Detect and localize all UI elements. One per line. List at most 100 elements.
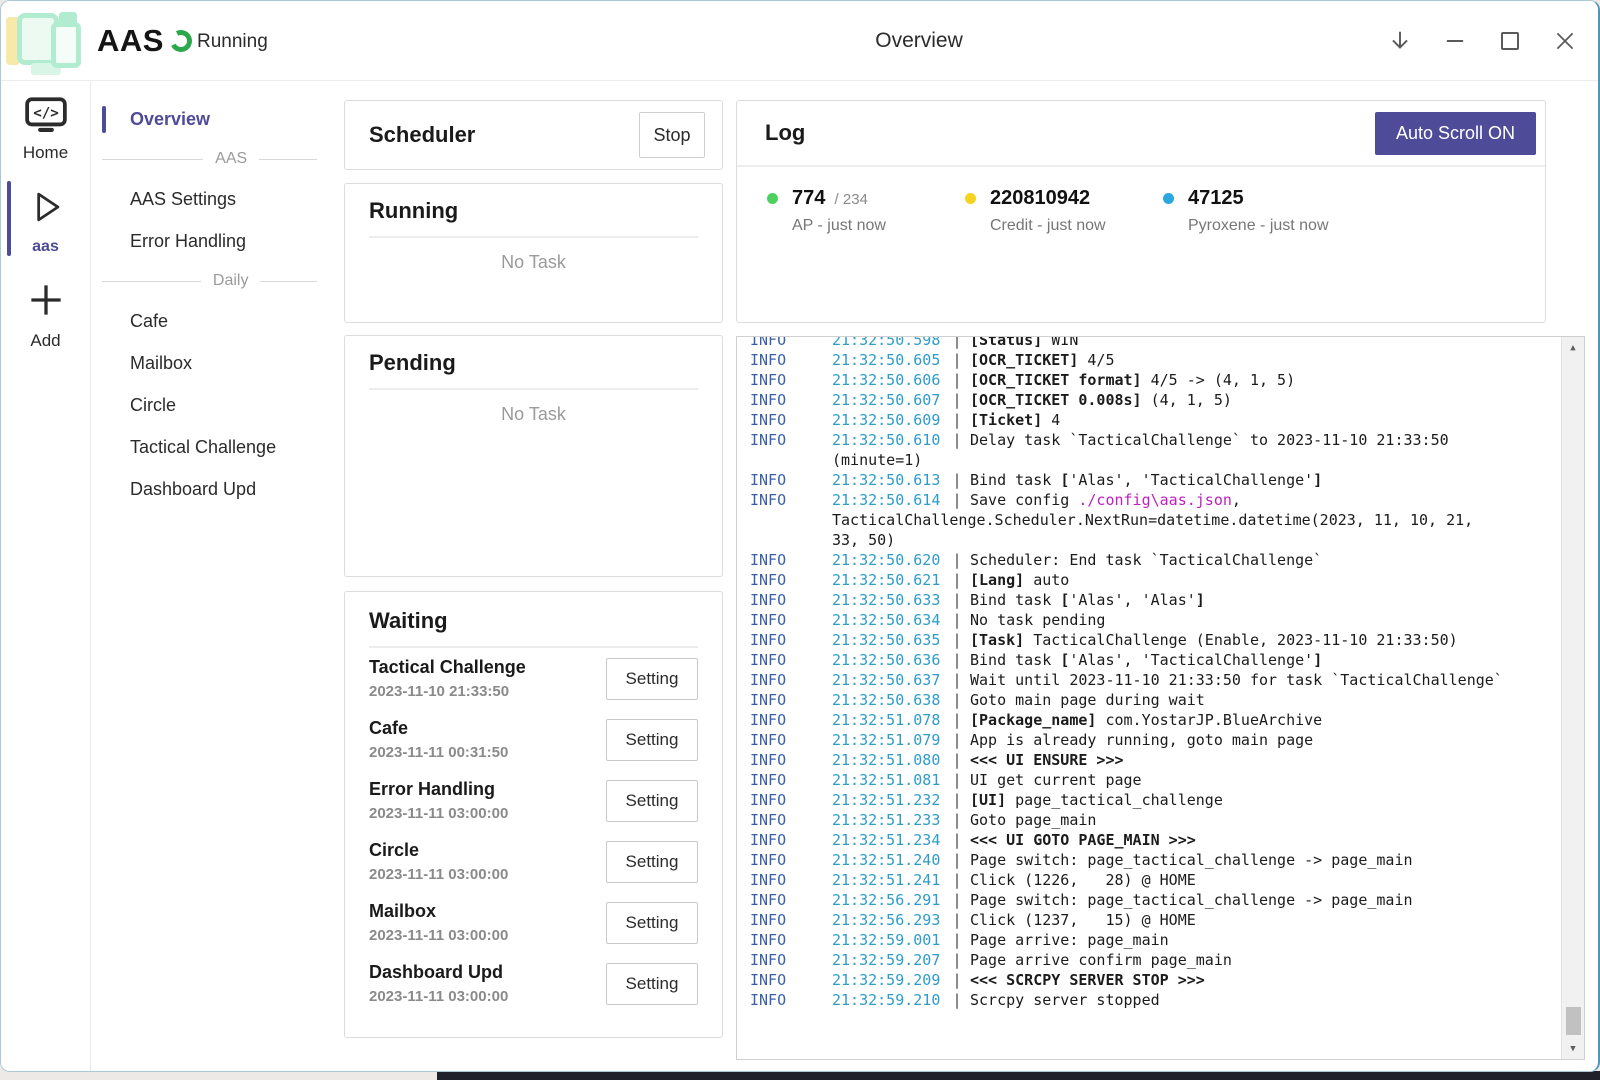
setting-button-circle[interactable]: Setting xyxy=(606,841,698,883)
auto-scroll-toggle[interactable]: Auto Scroll ON xyxy=(1375,112,1536,155)
log-entry: INFO21:32:50.634|No task pending xyxy=(750,610,1551,630)
sidebar-item-label: Mailbox xyxy=(130,353,192,373)
minimize-button[interactable] xyxy=(1434,20,1476,62)
log-line: 21:32:50.633|Bind task ['Alas', 'Alas'] xyxy=(832,590,1551,610)
rail-item-add[interactable]: Add xyxy=(1,264,90,359)
log-text-segment: WIN xyxy=(1042,336,1078,349)
sidebar-item-aas-settings[interactable]: AAS Settings xyxy=(92,178,331,220)
log-separator: | xyxy=(944,490,970,510)
log-level: INFO xyxy=(750,550,832,570)
log-entry: INFO21:32:56.291|Page switch: page_tacti… xyxy=(750,890,1551,910)
log-text-segment: 4/5 -> (4, 1, 5) xyxy=(1142,371,1296,389)
sidebar-item-label: Overview xyxy=(130,109,210,129)
log-text-segment: 'Alas', 'TacticalChallenge' xyxy=(1069,471,1313,489)
log-separator: | xyxy=(944,630,970,650)
log-entry: INFO21:32:50.609|[Ticket] 4 xyxy=(750,410,1551,430)
scrollbar-thumb[interactable] xyxy=(1566,1007,1581,1035)
log-separator: | xyxy=(944,930,970,950)
waiting-task-info: Cafe2023-11-11 00:31:50 xyxy=(369,718,508,761)
sidebar-item-tactical-challenge[interactable]: Tactical Challenge xyxy=(92,426,331,468)
log-level: INFO xyxy=(750,690,832,710)
log-text-segment: [ xyxy=(1060,471,1069,489)
log-entry: INFO21:32:50.633|Bind task ['Alas', 'Ala… xyxy=(750,590,1551,610)
setting-button-cafe[interactable]: Setting xyxy=(606,719,698,761)
log-separator: | xyxy=(944,950,970,970)
log-message: 21:32:51.241|Click (1226, 28) @ HOME xyxy=(832,870,1551,890)
scroll-up-arrow-icon[interactable]: ▲ xyxy=(1562,339,1584,356)
sidebar-item-circle[interactable]: Circle xyxy=(92,384,331,426)
sidebar-item-label: Dashboard Upd xyxy=(130,479,256,499)
sidebar-item-error-handling[interactable]: Error Handling xyxy=(92,220,331,262)
log-text-segment: Page arrive: page_main xyxy=(970,931,1169,949)
stat-value: 47125 xyxy=(1188,187,1329,210)
close-button[interactable] xyxy=(1544,20,1586,62)
sidebar-item-cafe[interactable]: Cafe xyxy=(92,300,331,342)
sidebar-item-dashboard-upd[interactable]: Dashboard Upd xyxy=(92,468,331,510)
log-timestamp: 21:32:59.207 xyxy=(832,950,944,970)
log-message: 21:32:59.207|Page arrive confirm page_ma… xyxy=(832,950,1551,970)
log-separator: | xyxy=(944,690,970,710)
log-text-segment: [ xyxy=(1060,651,1069,669)
scheduler-title: Scheduler xyxy=(369,122,475,148)
log-line: 21:32:50.635|[Task] TacticalChallenge (E… xyxy=(832,630,1551,650)
log-line: 21:32:59.001|Page arrive: page_main xyxy=(832,930,1551,950)
log-message: 21:32:56.293|Click (1237, 15) @ HOME xyxy=(832,910,1551,930)
stop-button[interactable]: Stop xyxy=(639,112,705,158)
log-entry: INFO21:32:59.209|<<< SCRCPY SERVER STOP … xyxy=(750,970,1551,990)
log-separator: | xyxy=(944,350,970,370)
log-text-segment: [Lang] xyxy=(970,571,1024,589)
log-timestamp: 21:32:51.232 xyxy=(832,790,944,810)
waiting-task-time: 2023-11-11 03:00:00 xyxy=(369,866,508,883)
log-text-segment: [OCR_TICKET 0.008s] xyxy=(970,391,1142,409)
setting-button-tactical-challenge[interactable]: Setting xyxy=(606,658,698,700)
nav-section-divider: Daily xyxy=(92,262,331,300)
taskbar-strip xyxy=(437,1071,1600,1080)
log-line: 21:32:51.232|[UI] page_tactical_challeng… xyxy=(832,790,1551,810)
log-entry: INFO21:32:50.606|[OCR_TICKET format] 4/5… xyxy=(750,370,1551,390)
log-output[interactable]: INFO21:32:50.598|[Status] WININFO21:32:5… xyxy=(736,336,1585,1060)
sidebar-item-mailbox[interactable]: Mailbox xyxy=(92,342,331,384)
log-text-segment: [Package_name] xyxy=(970,711,1096,729)
log-text-segment: 4/5 xyxy=(1078,351,1114,369)
log-timestamp: 21:32:50.607 xyxy=(832,390,944,410)
log-level: INFO xyxy=(750,570,832,590)
log-text-segment: Page switch: page_tactical_challenge -> … xyxy=(970,891,1413,909)
log-message: 21:32:50.606|[OCR_TICKET format] 4/5 -> … xyxy=(832,370,1551,390)
setting-button-error-handling[interactable]: Setting xyxy=(606,780,698,822)
download-arrow-icon[interactable] xyxy=(1379,20,1421,62)
log-text-segment: ./config\aas.json xyxy=(1078,491,1232,509)
log-text-segment: Page switch: page_tactical_challenge -> … xyxy=(970,851,1413,869)
scroll-down-arrow-icon[interactable]: ▼ xyxy=(1562,1040,1584,1057)
rail-item-home[interactable]: </>Home xyxy=(1,82,90,171)
stat-label: AP - just now xyxy=(792,217,886,235)
log-line: 21:32:50.598|[Status] WIN xyxy=(832,336,1551,350)
log-text-segment: App is already running, goto main page xyxy=(970,731,1313,749)
log-entry: INFO21:32:51.241|Click (1226, 28) @ HOME xyxy=(750,870,1551,890)
setting-button-dashboard-upd[interactable]: Setting xyxy=(606,963,698,1005)
pending-card: Pending No Task xyxy=(344,335,723,577)
dashboard-stats: 774 / 234AP - just now220810942Credit - … xyxy=(737,167,1545,235)
rail-item-aas[interactable]: aas xyxy=(1,171,90,264)
sidebar-item-overview[interactable]: Overview xyxy=(92,98,331,140)
log-text-segment: UI get current page xyxy=(970,771,1142,789)
log-line-continuation: TacticalChallenge.Scheduler.NextRun=date… xyxy=(832,510,1551,530)
stat-pyroxene: 47125Pyroxene - just now xyxy=(1163,187,1361,235)
log-line: 21:32:51.240|Page switch: page_tactical_… xyxy=(832,850,1551,870)
log-card: Log Auto Scroll ON 774 / 234AP - just no… xyxy=(736,100,1546,323)
log-line: 21:32:51.233|Goto page_main xyxy=(832,810,1551,830)
log-entry: INFO21:32:50.637|Wait until 2023-11-10 2… xyxy=(750,670,1551,690)
log-timestamp: 21:32:51.240 xyxy=(832,850,944,870)
log-separator: | xyxy=(944,870,970,890)
log-level: INFO xyxy=(750,710,832,730)
log-text-segment: TacticalChallenge (Enable, 2023-11-10 21… xyxy=(1024,631,1457,649)
running-card: Running No Task xyxy=(344,183,723,323)
waiting-task-name: Error Handling xyxy=(369,779,508,800)
log-scrollbar[interactable]: ▲ ▼ xyxy=(1561,337,1584,1059)
log-text-segment: (4, 1, 5) xyxy=(1142,391,1232,409)
setting-button-mailbox[interactable]: Setting xyxy=(606,902,698,944)
maximize-button[interactable] xyxy=(1489,20,1531,62)
log-entry: INFO21:32:50.598|[Status] WIN xyxy=(750,336,1551,350)
log-entry: INFO21:32:56.293|Click (1237, 15) @ HOME xyxy=(750,910,1551,930)
log-line: 21:32:51.078|[Package_name] com.YostarJP… xyxy=(832,710,1551,730)
log-separator: | xyxy=(944,990,970,1010)
